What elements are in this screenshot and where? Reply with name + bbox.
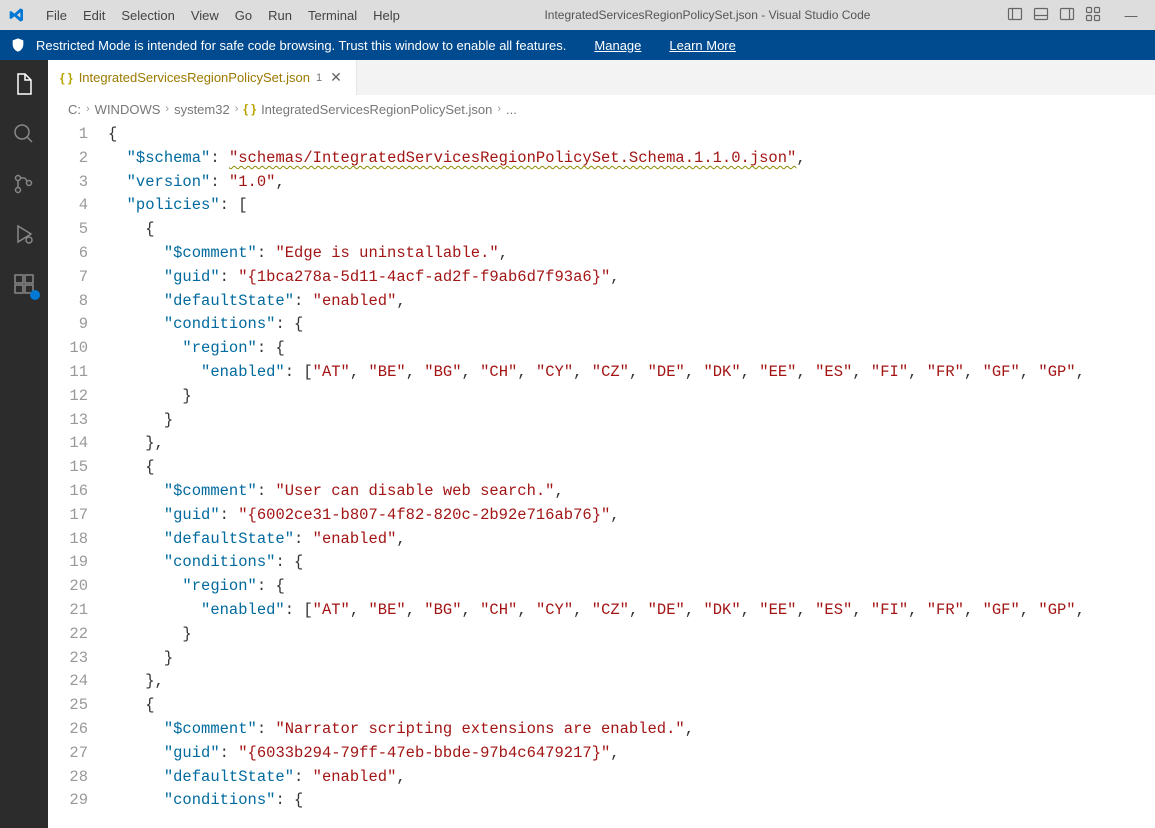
- close-icon[interactable]: ✕: [328, 69, 344, 86]
- chevron-right-icon: ›: [165, 103, 169, 115]
- breadcrumb-segment[interactable]: IntegratedServicesRegionPolicySet.json: [261, 102, 492, 117]
- breadcrumb-segment[interactable]: system32: [174, 102, 230, 117]
- editor-tab[interactable]: { } IntegratedServicesRegionPolicySet.js…: [48, 60, 357, 95]
- code-editor[interactable]: 1234567891011121314151617181920212223242…: [48, 123, 1155, 828]
- menu-terminal[interactable]: Terminal: [300, 4, 365, 27]
- menu-bar: File Edit Selection View Go Run Terminal…: [38, 4, 408, 27]
- breadcrumb-segment[interactable]: ...: [506, 102, 517, 117]
- banner-message: Restricted Mode is intended for safe cod…: [36, 38, 566, 53]
- run-debug-icon[interactable]: [10, 220, 38, 248]
- json-icon: { }: [243, 102, 256, 116]
- restricted-mode-banner: Restricted Mode is intended for safe cod…: [0, 30, 1155, 60]
- window-title: IntegratedServicesRegionPolicySet.json -…: [408, 8, 1007, 22]
- breadcrumb-segment[interactable]: WINDOWS: [95, 102, 161, 117]
- menu-view[interactable]: View: [183, 4, 227, 27]
- clock-badge-icon: [30, 290, 40, 300]
- chevron-right-icon: ›: [86, 103, 90, 115]
- toggle-primary-sidebar-icon[interactable]: [1007, 6, 1023, 25]
- explorer-icon[interactable]: [10, 70, 38, 98]
- title-bar: File Edit Selection View Go Run Terminal…: [0, 0, 1155, 30]
- menu-edit[interactable]: Edit: [75, 4, 113, 27]
- menu-selection[interactable]: Selection: [113, 4, 182, 27]
- menu-go[interactable]: Go: [227, 4, 260, 27]
- layout-controls: [1007, 6, 1101, 25]
- breadcrumb[interactable]: C: › WINDOWS › system32 › { } IntegratedSer…: [48, 95, 1155, 123]
- banner-learn-more-link[interactable]: Learn More: [669, 38, 735, 53]
- window-minimize-button[interactable]: —: [1115, 8, 1147, 23]
- search-icon[interactable]: [10, 120, 38, 148]
- toggle-secondary-sidebar-icon[interactable]: [1059, 6, 1075, 25]
- breadcrumb-segment[interactable]: C:: [68, 102, 81, 117]
- menu-help[interactable]: Help: [365, 4, 408, 27]
- chevron-right-icon: ›: [497, 103, 501, 115]
- json-icon: { }: [60, 71, 73, 85]
- tab-bar: { } IntegratedServicesRegionPolicySet.js…: [48, 60, 1155, 95]
- source-control-icon[interactable]: [10, 170, 38, 198]
- activity-bar: [0, 60, 48, 828]
- chevron-right-icon: ›: [235, 103, 239, 115]
- line-number-gutter: 1234567891011121314151617181920212223242…: [48, 123, 108, 828]
- banner-manage-link[interactable]: Manage: [594, 38, 641, 53]
- tab-filename: IntegratedServicesRegionPolicySet.json: [79, 70, 310, 85]
- extensions-icon[interactable]: [10, 270, 38, 298]
- shield-icon: [10, 37, 26, 53]
- menu-run[interactable]: Run: [260, 4, 300, 27]
- toggle-panel-icon[interactable]: [1033, 6, 1049, 25]
- editor-area: { } IntegratedServicesRegionPolicySet.js…: [48, 60, 1155, 828]
- tab-dirty-indicator: 1: [316, 72, 322, 84]
- vscode-logo-icon: [8, 6, 26, 24]
- code-content[interactable]: { "$schema": "schemas/IntegratedServices…: [108, 123, 1155, 828]
- customize-layout-icon[interactable]: [1085, 6, 1101, 25]
- menu-file[interactable]: File: [38, 4, 75, 27]
